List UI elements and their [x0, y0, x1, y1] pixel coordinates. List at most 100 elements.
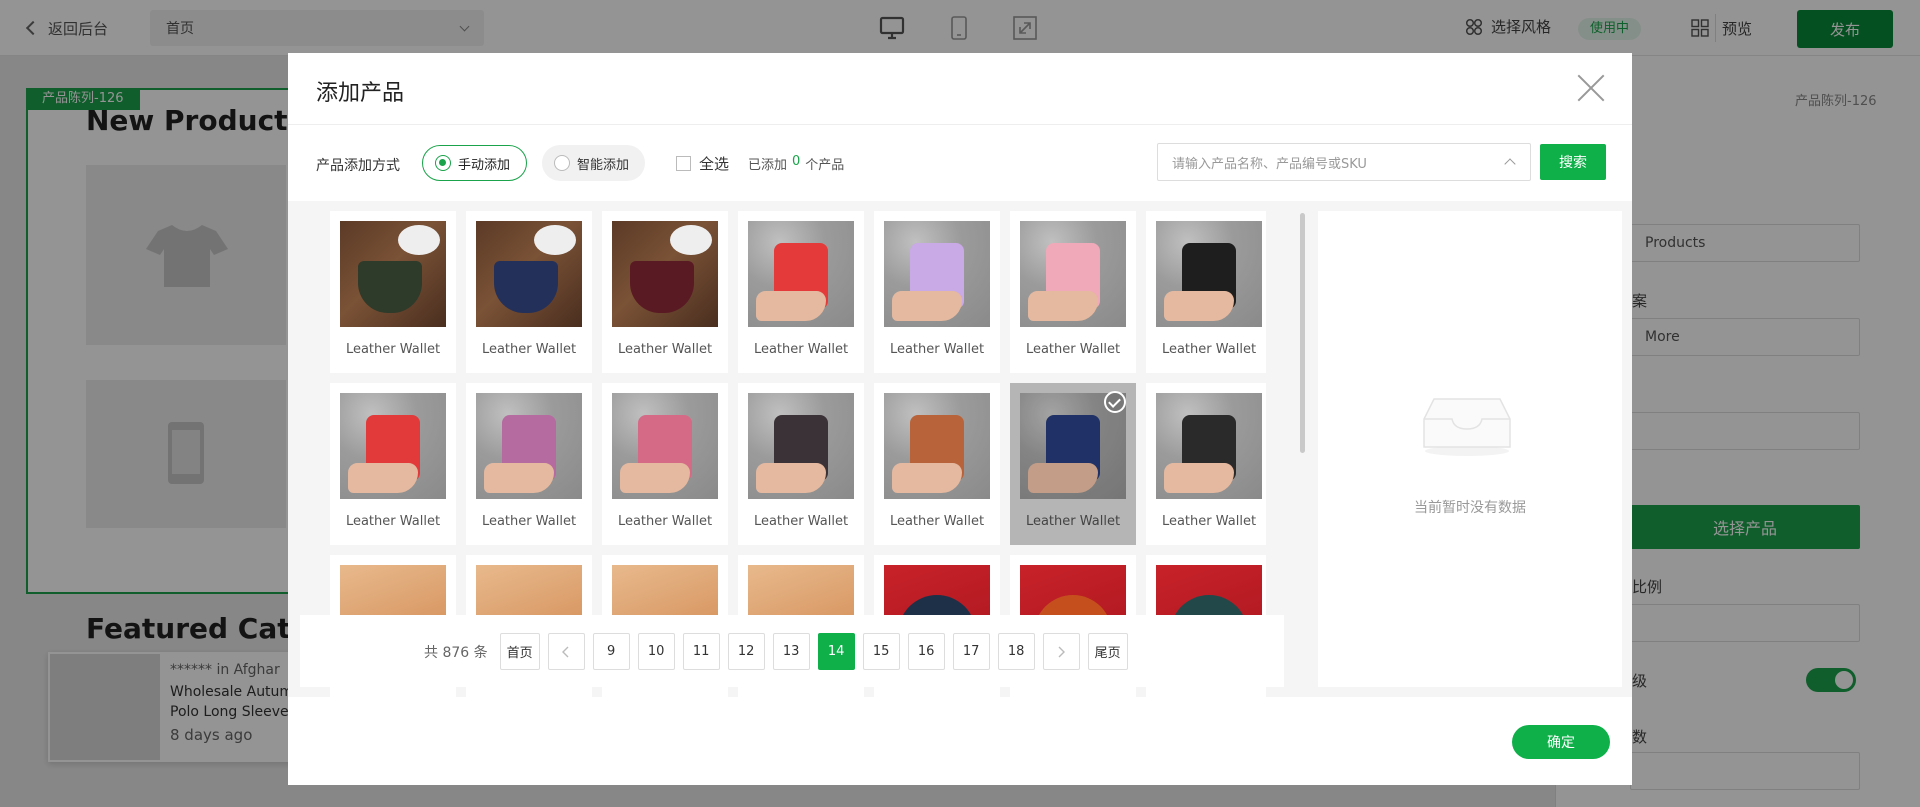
product-name: Leather Wallet	[753, 342, 849, 357]
product-thumbnail	[620, 463, 690, 493]
product-image	[476, 221, 582, 327]
next-page-button[interactable]	[1042, 633, 1080, 670]
added-count-text: 已添加 0 个产品	[748, 154, 844, 173]
chevron-left-icon	[562, 646, 569, 657]
page-button[interactable]: 18	[997, 633, 1035, 670]
product-thumbnail	[630, 261, 694, 313]
radio-unchecked-icon	[554, 155, 570, 171]
product-card[interactable]: Leather Wallet	[466, 383, 592, 545]
product-search-input[interactable]: 请输入产品名称、产品编号或SKU	[1157, 143, 1531, 181]
product-card[interactable]: Leather Wallet	[602, 211, 728, 373]
checkbox-icon	[676, 156, 691, 171]
dialog-header: 添加产品	[288, 53, 1632, 125]
product-image	[476, 393, 582, 499]
product-image	[748, 221, 854, 327]
product-name: Leather Wallet	[753, 514, 849, 529]
product-thumbnail	[398, 225, 440, 255]
product-name: Leather Wallet	[1025, 342, 1121, 357]
smart-add-label: 智能添加	[577, 157, 630, 173]
product-card[interactable]: Leather Wallet	[738, 383, 864, 545]
product-image	[1156, 221, 1262, 327]
select-all-checkbox[interactable]: 全选	[676, 153, 729, 174]
product-thumbnail	[534, 225, 576, 255]
page-button[interactable]: 17	[952, 633, 990, 670]
product-image	[1020, 221, 1126, 327]
product-name: Leather Wallet	[617, 342, 713, 357]
chevron-up-icon[interactable]	[1504, 158, 1516, 170]
page-button[interactable]: 14	[817, 633, 855, 670]
product-thumbnail	[756, 291, 826, 321]
prev-page-button[interactable]	[547, 633, 585, 670]
product-name: Leather Wallet	[889, 514, 985, 529]
product-thumbnail	[484, 463, 554, 493]
manual-add-label: 手动添加	[458, 157, 511, 173]
search-button[interactable]: 搜索	[1540, 144, 1606, 180]
pagination-bar: 共 876 条 首页 9 10 11 12 13 14 15 16 17 18 尾页	[300, 615, 1284, 687]
product-card[interactable]: Leather Wallet	[330, 211, 456, 373]
product-name: Leather Wallet	[1025, 514, 1121, 529]
page-button[interactable]: 11	[682, 633, 720, 670]
product-card[interactable]: Leather Wallet	[1146, 211, 1266, 373]
empty-inbox-icon	[1423, 398, 1511, 456]
product-thumbnail	[494, 261, 558, 313]
dialog-footer: 确定	[288, 697, 1632, 785]
product-thumbnail	[670, 225, 712, 255]
smart-add-radio[interactable]: 智能添加	[542, 145, 646, 181]
product-thumbnail	[892, 463, 962, 493]
product-image	[884, 393, 990, 499]
product-image	[612, 221, 718, 327]
product-card[interactable]: Leather Wallet	[738, 211, 864, 373]
product-image	[612, 393, 718, 499]
product-card[interactable]: Leather Wallet	[1010, 211, 1136, 373]
product-card[interactable]: Leather Wallet	[874, 383, 1000, 545]
page-numbers: 9 10 11 12 13 14 15 16 17 18	[592, 633, 1035, 670]
empty-state-text: 当前暂时没有数据	[1414, 500, 1526, 516]
search-placeholder: 请输入产品名称、产品编号或SKU	[1172, 156, 1367, 172]
product-name: Leather Wallet	[345, 514, 441, 529]
product-image	[340, 393, 446, 499]
product-name: Leather Wallet	[1161, 514, 1257, 529]
product-card[interactable]: Leather Wallet	[466, 211, 592, 373]
page-button[interactable]: 13	[772, 633, 810, 670]
first-page-button[interactable]: 首页	[499, 633, 540, 670]
product-name: Leather Wallet	[889, 342, 985, 357]
product-name: Leather Wallet	[1161, 342, 1257, 357]
product-thumbnail	[1028, 291, 1098, 321]
check-circle-icon[interactable]	[1104, 391, 1126, 413]
added-prefix: 已添加	[748, 158, 788, 173]
selected-products-pane: 当前暂时没有数据	[1318, 211, 1622, 687]
product-thumbnail	[358, 261, 422, 313]
pagination: 共 876 条 首页 9 10 11 12 13 14 15 16 17 18 尾页	[424, 633, 1128, 670]
product-thumbnail	[892, 291, 962, 321]
product-image	[1156, 393, 1262, 499]
confirm-button[interactable]: 确定	[1512, 725, 1610, 759]
product-card[interactable]: Leather Wallet	[874, 211, 1000, 373]
page-button[interactable]: 15	[862, 633, 900, 670]
product-card[interactable]: Leather Wallet	[602, 383, 728, 545]
product-card[interactable]: Leather Wallet	[330, 383, 456, 545]
product-image	[340, 221, 446, 327]
page-button[interactable]: 9	[592, 633, 630, 670]
product-name: Leather Wallet	[345, 342, 441, 357]
product-card[interactable]: Leather Wallet	[1010, 383, 1136, 545]
last-page-button[interactable]: 尾页	[1087, 633, 1128, 670]
dialog-content: Leather Wallet Leather Wallet Leather Wall…	[288, 201, 1632, 697]
product-card[interactable]: Leather Wallet	[1146, 383, 1266, 545]
product-name: Leather Wallet	[617, 514, 713, 529]
manual-add-radio[interactable]: 手动添加	[422, 145, 528, 181]
page-button[interactable]: 16	[907, 633, 945, 670]
product-image	[884, 221, 990, 327]
page-button[interactable]: 10	[637, 633, 675, 670]
total-count: 共 876 条	[424, 644, 488, 661]
add-products-dialog: 添加产品 产品添加方式 手动添加 智能添加 全选 已添加 0 个产品 请输入产品…	[288, 53, 1632, 785]
dialog-title: 添加产品	[316, 81, 405, 106]
product-image	[748, 393, 854, 499]
close-icon[interactable]	[1576, 73, 1606, 103]
product-name: Leather Wallet	[481, 514, 577, 529]
product-thumbnail	[1028, 463, 1098, 493]
page-button[interactable]: 12	[727, 633, 765, 670]
product-name: Leather Wallet	[481, 342, 577, 357]
product-thumbnail	[348, 463, 418, 493]
product-list-scrollbar[interactable]	[1300, 213, 1305, 453]
added-suffix: 个产品	[805, 158, 845, 173]
